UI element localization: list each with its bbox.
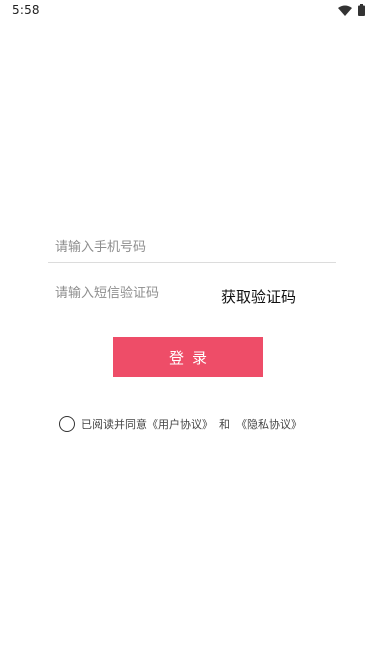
agree-text: 已阅读并同意	[81, 418, 147, 431]
agree-radio[interactable]	[59, 416, 75, 432]
agreement-row: 已阅读并同意 《用户协议》 和 《隐私协议》	[59, 414, 302, 434]
battery-icon	[358, 4, 365, 16]
agree-and-text: 和	[219, 418, 230, 431]
privacy-policy-link[interactable]: 《隐私协议》	[236, 416, 302, 432]
get-code-button[interactable]: 获取验证码	[221, 286, 296, 307]
user-agreement-link[interactable]: 《用户协议》	[147, 416, 213, 432]
phone-input[interactable]	[55, 238, 325, 256]
status-time: 5:58	[12, 3, 40, 17]
login-button[interactable]: 登录	[113, 337, 263, 377]
phone-field	[48, 232, 336, 263]
wifi-icon	[338, 5, 352, 16]
status-icons	[338, 4, 365, 16]
code-input[interactable]	[55, 284, 205, 302]
status-bar: 5:58	[0, 0, 375, 22]
